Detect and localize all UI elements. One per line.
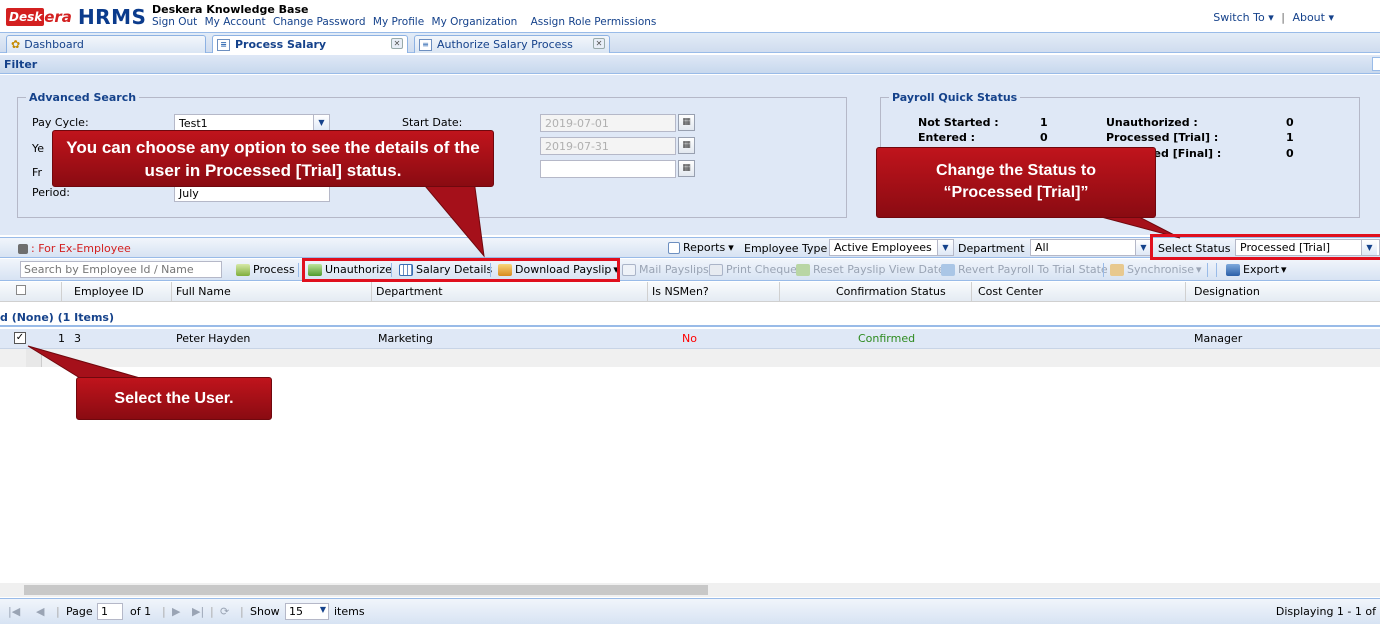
select-user-callout-text: Select the User. (114, 390, 234, 407)
annotation-arrows (27, 179, 1181, 379)
callout-pointer (27, 345, 141, 379)
status-callout-line1: Change the Status to (935, 162, 1096, 179)
options-callout: You can choose any option to see the det… (52, 130, 494, 187)
options-callout-text: You can choose any option to see the det… (66, 138, 480, 180)
status-callout: Change the Status to “Processed [Trial]” (876, 147, 1156, 218)
highlight-status-select (1150, 234, 1380, 260)
highlight-action-buttons (302, 258, 620, 282)
status-callout-line2: “Processed [Trial]” (943, 184, 1089, 201)
callout-pointer (418, 179, 485, 258)
select-user-callout: Select the User. (76, 377, 272, 420)
